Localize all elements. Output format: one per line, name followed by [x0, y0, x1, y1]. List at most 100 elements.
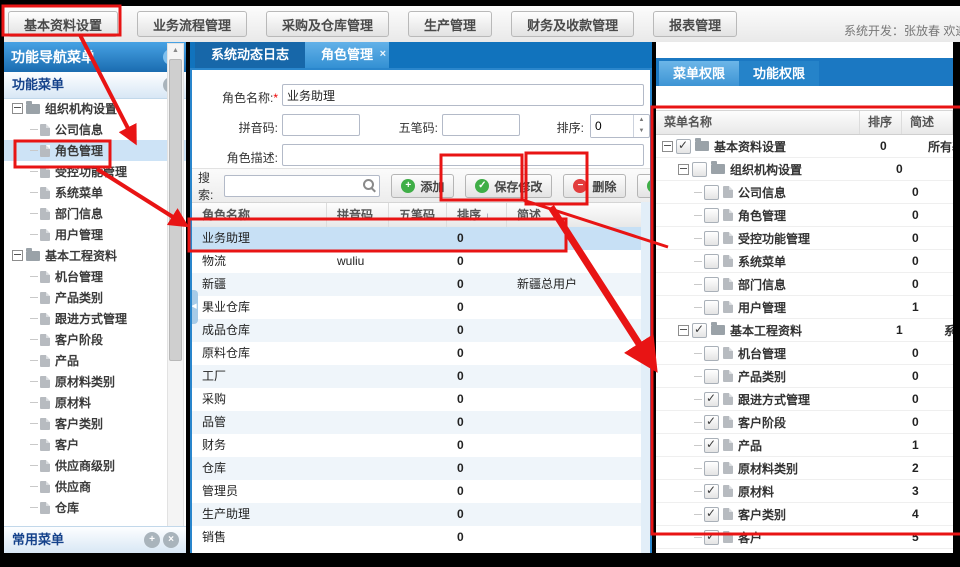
column-header[interactable]: 排序↓	[447, 203, 507, 229]
table-row[interactable]: 仓库0	[192, 457, 641, 480]
table-row[interactable]: 原料仓库0	[192, 342, 641, 365]
permission-tree-row[interactable]: 部门信息0部门信	[656, 273, 953, 296]
pinyin-input[interactable]	[282, 114, 360, 136]
column-header[interactable]: 角色名称	[192, 203, 327, 229]
close-tab-icon[interactable]: ×	[380, 41, 386, 67]
table-row[interactable]: 新疆0新疆总用户	[192, 273, 641, 296]
table-row[interactable]: 工厂0	[192, 365, 641, 388]
checkbox-unchecked-icon[interactable]	[704, 208, 719, 223]
top-menu-item-5[interactable]: 财务及收款管理	[511, 11, 634, 37]
sort-input[interactable]	[591, 115, 633, 137]
permission-tree-row[interactable]: 原材料类别2原材料	[656, 457, 953, 480]
scrollbar-thumb[interactable]	[169, 59, 182, 361]
reset-button[interactable]: ↻重置表单	[637, 174, 652, 198]
permission-tree-row[interactable]: 客户类别4客户类	[656, 503, 953, 526]
permission-tree-row[interactable]: 跟进方式管理0跟进方	[656, 388, 953, 411]
sidebar-footer-bar[interactable]: 常用菜单 + ×	[4, 526, 186, 553]
table-row[interactable]: 成品仓库0	[192, 319, 641, 342]
permission-tree-row[interactable]: 客户5客户管	[656, 526, 953, 549]
permission-tree-row[interactable]: 受控功能管理0	[656, 227, 953, 250]
add-button[interactable]: +添加	[391, 174, 454, 198]
sidebar-tree-item[interactable]: 供应商级别	[4, 455, 186, 476]
column-header[interactable]: 菜单名称	[656, 111, 860, 134]
checkbox-unchecked-icon[interactable]	[704, 185, 719, 200]
checkbox-checked-icon[interactable]	[704, 392, 719, 407]
role-desc-input[interactable]	[282, 144, 644, 166]
permission-tree-row[interactable]: 基本工程资料1系统用	[656, 319, 953, 342]
column-header[interactable]: 简述	[507, 203, 650, 229]
tab-function-permissions[interactable]: 功能权限	[739, 61, 819, 86]
splitter-collapse-icon[interactable]: ◀	[190, 290, 198, 324]
tree-toggle-icon[interactable]	[678, 325, 689, 336]
table-row[interactable]: 生产助理0	[192, 503, 641, 526]
table-row[interactable]: 管理员0	[192, 480, 641, 503]
delete-button[interactable]: −删除	[563, 174, 626, 198]
spinner-up-icon[interactable]: ▲	[634, 115, 649, 126]
permission-tree-row[interactable]: 机台管理0机台管	[656, 342, 953, 365]
tree-toggle-icon[interactable]	[12, 250, 23, 261]
column-header[interactable]: 五笔码	[389, 203, 447, 229]
sidebar-tree-item[interactable]: 角色管理	[4, 140, 186, 161]
checkbox-unchecked-icon[interactable]	[704, 300, 719, 315]
checkbox-checked-icon[interactable]	[704, 507, 719, 522]
main-tab-inactive[interactable]: 系统动态日志	[195, 42, 305, 68]
column-header[interactable]: 拼音码	[327, 203, 389, 229]
tab-menu-permissions[interactable]: 菜单权限	[659, 61, 739, 86]
sidebar-tree-item[interactable]: 原材料类别	[4, 371, 186, 392]
tree-toggle-icon[interactable]	[662, 141, 673, 152]
search-icon[interactable]	[363, 179, 374, 190]
checkbox-checked-icon[interactable]	[676, 139, 691, 154]
table-row[interactable]: 财务0	[192, 434, 641, 457]
checkbox-checked-icon[interactable]	[704, 484, 719, 499]
column-header[interactable]: 排序	[860, 111, 902, 134]
sidebar-tree-item[interactable]: 受控功能管理	[4, 161, 186, 182]
permission-tree-row[interactable]: 公司信息0公司信	[656, 181, 953, 204]
checkbox-checked-icon[interactable]	[704, 530, 719, 545]
tree-toggle-icon[interactable]	[12, 103, 23, 114]
sidebar-tree-item[interactable]: 公司信息	[4, 119, 186, 140]
search-input[interactable]	[224, 175, 380, 197]
scroll-up-icon[interactable]: ▲	[168, 44, 183, 58]
checkbox-unchecked-icon[interactable]	[704, 231, 719, 246]
sidebar-tree-item[interactable]: 客户类别	[4, 413, 186, 434]
checkbox-checked-icon[interactable]	[704, 438, 719, 453]
checkbox-unchecked-icon[interactable]	[704, 369, 719, 384]
sidebar-tree-item[interactable]: 仓库	[4, 497, 186, 518]
top-menu-item-6[interactable]: 报表管理	[653, 11, 737, 37]
sidebar-section-bar[interactable]: 功能菜单 −	[4, 72, 186, 99]
sidebar-tree-item[interactable]: 基本工程资料	[4, 245, 186, 266]
column-header[interactable]: 简述	[902, 111, 953, 134]
sidebar-tree-item[interactable]: 跟进方式管理	[4, 308, 186, 329]
permission-tree-row[interactable]: 产品类别0产品类	[656, 365, 953, 388]
sort-spinner[interactable]: ▲▼	[590, 114, 650, 138]
table-row[interactable]: 品管0	[192, 411, 641, 434]
checkbox-unchecked-icon[interactable]	[704, 277, 719, 292]
table-row[interactable]: 业务助理0	[192, 227, 641, 250]
sidebar-tree-item[interactable]: 客户	[4, 434, 186, 455]
permission-tree-row[interactable]: 角色管理0	[656, 204, 953, 227]
top-menu-item-1[interactable]: 基本资料设置	[8, 11, 118, 37]
checkbox-checked-icon[interactable]	[704, 415, 719, 430]
sidebar-scrollbar[interactable]: ▲ ▼	[167, 43, 184, 552]
permission-tree-row[interactable]: 产品1产品管	[656, 434, 953, 457]
sidebar-tree-item[interactable]: 产品	[4, 350, 186, 371]
top-menu-item-4[interactable]: 生产管理	[408, 11, 492, 37]
role-name-input[interactable]	[282, 84, 644, 106]
spinner-down-icon[interactable]: ▼	[634, 126, 649, 137]
sidebar-tree-item[interactable]: 用户管理	[4, 224, 186, 245]
checkbox-unchecked-icon[interactable]	[692, 162, 707, 177]
save-button[interactable]: ✓保存修改	[465, 174, 552, 198]
sidebar-tree-item[interactable]: 原材料	[4, 392, 186, 413]
permission-tree-row[interactable]: 基本资料设置0所有基	[656, 135, 953, 158]
table-scroll-gutter[interactable]	[641, 202, 650, 553]
permission-tree-row[interactable]: 组织机构设置0	[656, 158, 953, 181]
sidebar-tree-item[interactable]: 部门信息	[4, 203, 186, 224]
sidebar-tree-item[interactable]: 产品类别	[4, 287, 186, 308]
permission-tree-row[interactable]: 系统菜单0系统菜	[656, 250, 953, 273]
main-tab-active[interactable]: 角色管理×	[305, 42, 389, 68]
sidebar-tree-item[interactable]: 客户阶段	[4, 329, 186, 350]
tree-toggle-icon[interactable]	[678, 164, 689, 175]
add-favorite-icon[interactable]: +	[144, 532, 160, 548]
table-row[interactable]: 采购0	[192, 388, 641, 411]
sidebar-tree-item[interactable]: 系统菜单	[4, 182, 186, 203]
